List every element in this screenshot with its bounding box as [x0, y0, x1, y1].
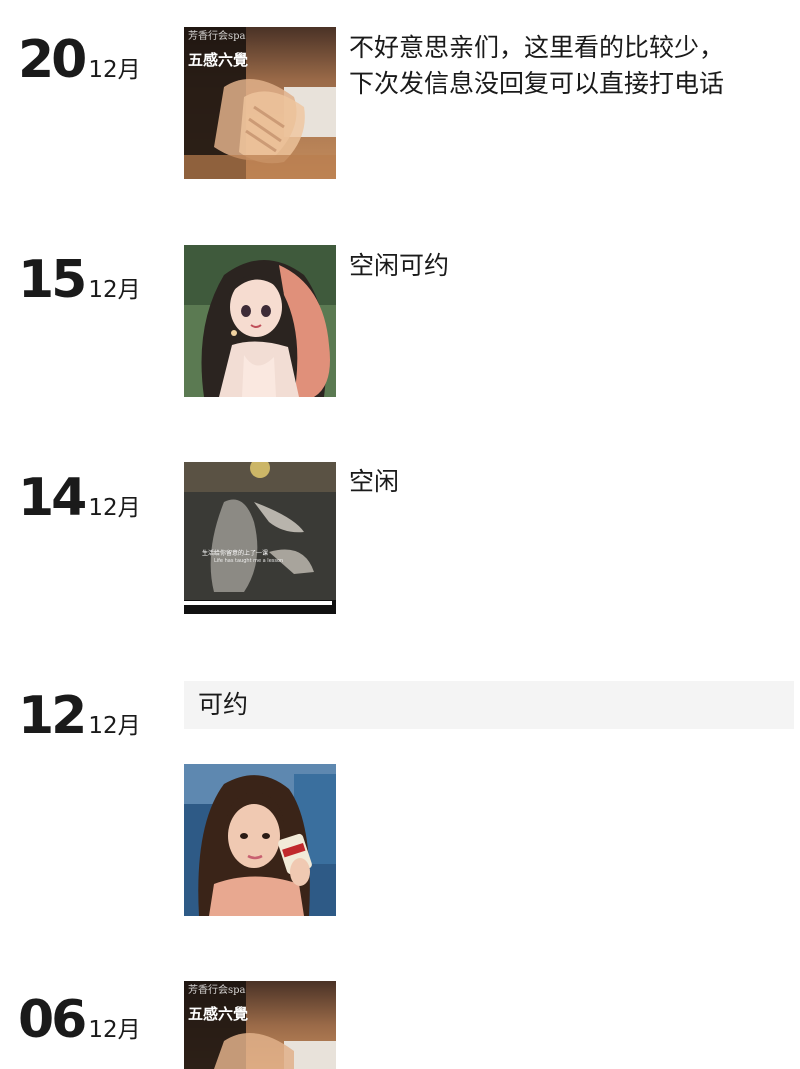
image-overlay-brand: 芳香行会spa [188, 985, 246, 996]
dancer-video-still [184, 462, 336, 614]
post-caption: 不好意思亲们，这里看的比较少， 下次发信息没回复可以直接打电话 [349, 30, 724, 102]
text-post-card[interactable]: 可约 [184, 681, 794, 729]
post-image-thumbnail[interactable] [184, 245, 336, 397]
post-image-thumbnail[interactable]: 芳香行会spa 五感六覺 [184, 981, 336, 1069]
image-overlay-title: 五感六覺 [188, 1005, 249, 1023]
video-subtitle-cn: 生活给你留意的上了一课 [202, 550, 269, 557]
image-overlay-title: 五感六覺 [188, 51, 249, 69]
post-month: 12月 [88, 495, 141, 521]
post-date: 20 12月 [18, 30, 141, 90]
post-date: 12 12月 [18, 686, 141, 746]
post-day: 15 [18, 250, 87, 310]
caption-line: 空闲可约 [349, 251, 450, 280]
post-video-thumbnail[interactable]: 生活给你留意的上了一课 Life has taught me a lesson [184, 462, 336, 614]
post-month: 12月 [88, 57, 141, 83]
video-subtitle-en: Life has taught me a lesson [214, 558, 284, 564]
anime-girl-image [184, 245, 336, 397]
post-day: 06 [18, 990, 87, 1050]
post-month: 12月 [88, 277, 141, 303]
post-image-thumbnail[interactable] [184, 764, 336, 916]
caption-line: 下次发信息没回复可以直接打电话 [349, 69, 725, 98]
post-month: 12月 [88, 1017, 141, 1043]
post-date: 14 12月 [18, 468, 141, 528]
post-caption: 空闲可约 [349, 248, 449, 284]
image-overlay-brand: 芳香行会spa [188, 31, 246, 42]
post-date: 15 12月 [18, 250, 141, 310]
post-day: 12 [18, 686, 87, 746]
text-post-content: 可约 [198, 690, 249, 719]
caption-line: 不好意思亲们，这里看的比较少， [349, 33, 725, 62]
post-month: 12月 [88, 713, 141, 739]
post-day: 20 [18, 30, 87, 90]
post-date: 06 12月 [18, 990, 141, 1050]
caption-line: 空闲 [349, 467, 400, 496]
post-caption: 空闲 [349, 464, 399, 500]
post-day: 14 [18, 468, 87, 528]
post-image-thumbnail[interactable]: 芳香行会spa 五感六覺 [184, 27, 336, 179]
selfie-woman-image [184, 764, 336, 916]
